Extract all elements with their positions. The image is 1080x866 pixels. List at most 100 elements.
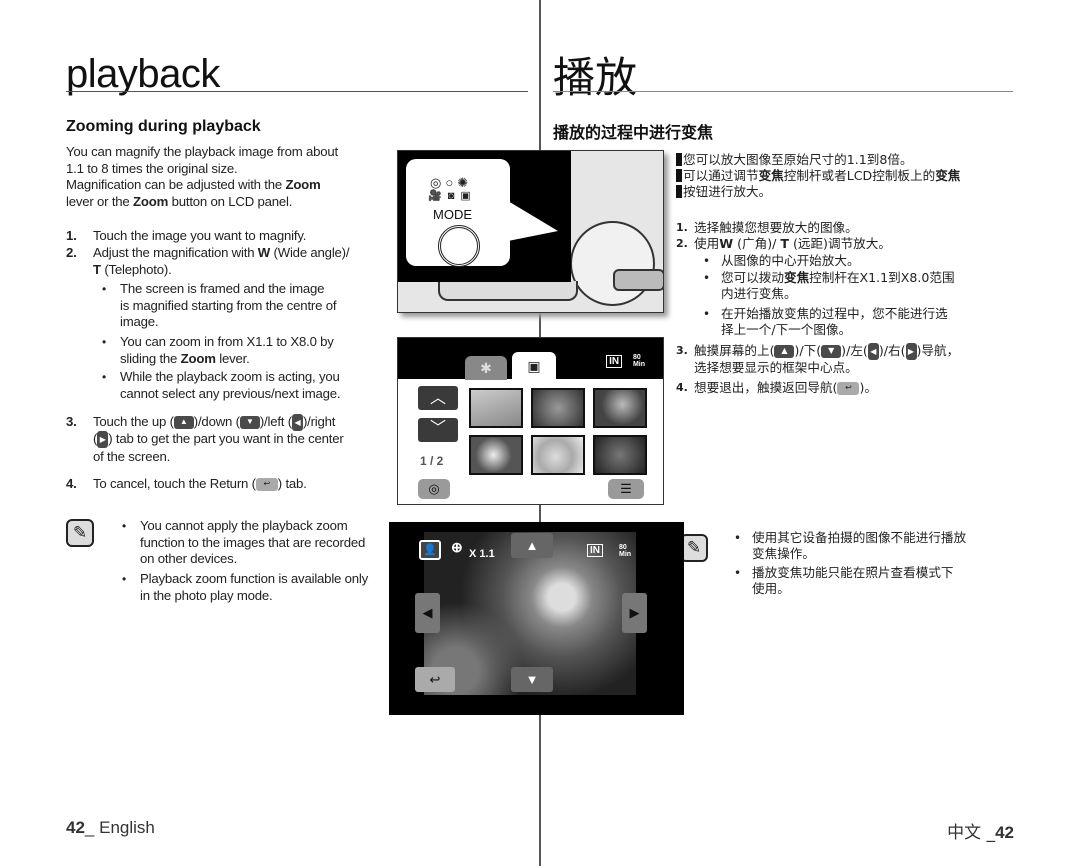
- footer-page-zh: 中文 _42: [947, 818, 1014, 843]
- step-text: 想要退出，触摸返回导航(↩)。: [694, 380, 877, 396]
- zoom-magnifier-icon: ⊕: [451, 539, 463, 555]
- page-down-button[interactable]: ﹀: [418, 418, 458, 442]
- bold-term: W: [719, 236, 734, 251]
- text: )/right: [302, 414, 336, 429]
- text: Magnification can be adjusted with the: [66, 177, 286, 192]
- note-bullet-1-zh: 使用其它设备拍摄的图像不能进行播放 变焦操作。: [734, 530, 1012, 562]
- pan-left-button[interactable]: ◀: [415, 593, 440, 633]
- text: cannot select any previous/next image.: [120, 385, 341, 401]
- bold-term: 变焦: [758, 168, 784, 183]
- camera-icon: ◎: [428, 481, 440, 496]
- up-arrow-icon: ▲: [525, 538, 539, 553]
- text: 内进行变焦。: [721, 286, 797, 301]
- bullet-1-zh: 从图像的中心开始放大。: [703, 253, 1011, 269]
- intro-line: You can magnify the playback image from …: [66, 144, 339, 159]
- text: lever or the: [66, 193, 134, 209]
- note-bullet-1: You cannot apply the playback zoom funct…: [122, 518, 400, 568]
- text: While the playback zoom is acting, you: [120, 369, 340, 384]
- page-number: 42: [995, 823, 1014, 842]
- footer-label: _ English: [84, 818, 155, 837]
- text: )/左(: [841, 343, 868, 358]
- thumbnail-dandelion[interactable]: [469, 435, 523, 475]
- camera-mode-button[interactable]: ◎: [418, 479, 450, 499]
- pan-right-button[interactable]: ▶: [622, 593, 647, 633]
- storage-internal-icon: IN: [606, 354, 623, 368]
- step-text: Touch the image you want to magnify.: [93, 228, 307, 243]
- text: )/右(: [878, 343, 906, 358]
- photo-mode-icon: 👤: [419, 540, 441, 560]
- video-reel-icon: ✱: [480, 360, 492, 376]
- bold-term: Zoom: [285, 177, 321, 192]
- text: )导航，: [916, 343, 960, 358]
- text: (Telephoto).: [100, 261, 172, 277]
- thumbnail-cactus[interactable]: [593, 388, 647, 428]
- text: 触摸屏幕的上(: [694, 343, 775, 358]
- thumbnail-puppies[interactable]: [531, 435, 585, 475]
- text: lever.: [215, 350, 250, 366]
- step-number: 1.: [676, 221, 688, 234]
- video-tab[interactable]: ✱: [465, 356, 507, 380]
- return-tab-icon: ↩: [837, 382, 860, 395]
- chevron-up-icon: ︿: [429, 390, 446, 407]
- right-arrow-icon: ▶: [629, 605, 640, 620]
- text: 控制杆在X1.1到X8.0范围: [809, 270, 955, 285]
- text: The screen is framed and the image: [120, 281, 325, 296]
- text: ) tab to get the part you want in the ce…: [108, 431, 344, 447]
- chevron-down-icon: ﹀: [429, 420, 446, 437]
- text: 使用其它设备拍摄的图像不能进行播放: [752, 530, 967, 545]
- return-button[interactable]: ↩: [415, 667, 455, 692]
- storage-internal-icon: IN: [587, 544, 603, 557]
- text: Playback zoom function is available only: [140, 571, 369, 586]
- text: )/下(: [794, 343, 822, 358]
- down-tab-icon: ▼: [239, 416, 260, 430]
- intro-line: Magnification can be adjusted with the Z…: [66, 177, 376, 194]
- battery-time: 80 Min: [632, 354, 645, 368]
- text: 可以通过调节: [683, 168, 759, 183]
- intro-line: 按钮进行放大。: [676, 184, 1016, 200]
- pan-up-button[interactable]: ▲: [511, 533, 553, 558]
- page-up-button[interactable]: ︿: [418, 386, 458, 410]
- step-text: of the screen.: [93, 449, 171, 464]
- text: (Wide angle)/: [270, 245, 350, 260]
- up-tab-icon: ▲: [774, 345, 795, 358]
- note-bullet-2: Playback zoom function is available only…: [122, 571, 400, 604]
- return-tab-icon: ↩: [255, 478, 278, 492]
- bold-term: 变焦: [935, 168, 961, 183]
- step-number: 2.: [66, 245, 77, 260]
- intro-line: 可以通过调节变焦控制杆或者LCD控制板上的变焦: [676, 168, 1016, 184]
- pan-down-button[interactable]: ▼: [511, 667, 553, 692]
- footer-page-en: 42_ English: [66, 818, 155, 838]
- left-tab-icon: ◀: [867, 343, 879, 360]
- step-number: 4.: [676, 381, 688, 394]
- intro-en: You can magnify the playback image from …: [66, 144, 376, 210]
- cut-mark: [676, 153, 682, 166]
- zoom-view-screen: 👤 ⊕ X 1.1 IN 80 Min ▲ ▼ ◀ ▶ ↩: [389, 522, 684, 715]
- text: 您可以拨动: [721, 270, 784, 285]
- thumbnail-leaves[interactable]: [531, 388, 585, 428]
- menu-icon: ☰: [620, 481, 632, 496]
- page-title-zh: 播放: [553, 53, 638, 102]
- text: You cannot apply the playback zoom: [140, 518, 348, 533]
- text: 使用。: [752, 581, 790, 596]
- text: 您可以拨动变焦控制杆在X1.1到X8.0范围: [721, 270, 1011, 286]
- text: is magnified starting from the centre of: [120, 297, 337, 313]
- bullet-2-zh: 您可以拨动变焦控制杆在X1.1到X8.0范围 内进行变焦。: [703, 270, 1011, 302]
- cut-mark: [676, 169, 682, 182]
- return-icon: ↩: [429, 672, 441, 687]
- photo-tab[interactable]: ▣: [512, 352, 556, 380]
- battery-time: 80 Min: [619, 544, 632, 558]
- title-rule-zh: [553, 91, 1013, 92]
- bold-term: Zoom: [133, 193, 169, 209]
- bold-term: Zoom: [180, 350, 216, 366]
- bold-term: T: [93, 261, 101, 277]
- menu-button[interactable]: ☰: [608, 479, 644, 499]
- left-tab-icon: ◀: [291, 414, 303, 432]
- text: sliding the: [120, 350, 181, 366]
- page-number: 42: [66, 818, 85, 837]
- thumbnail-bird[interactable]: [469, 388, 523, 428]
- note-icon: ✎: [680, 534, 708, 562]
- step-number: 4.: [66, 476, 77, 491]
- down-arrow-icon: ▼: [525, 672, 539, 687]
- text: 择上一个/下一个图像。: [721, 322, 852, 337]
- thumbnail-tomatoes[interactable]: [593, 435, 647, 475]
